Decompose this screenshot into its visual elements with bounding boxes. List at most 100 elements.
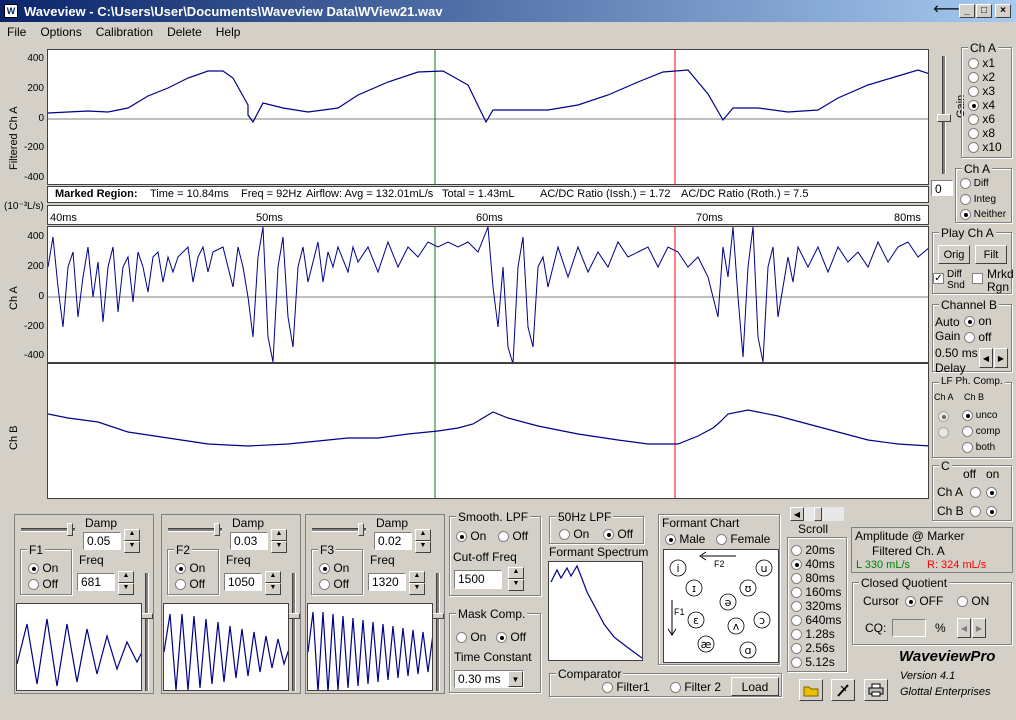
cutoff-down-arrow[interactable]: ▼: [508, 579, 524, 591]
formant-male-radio[interactable]: Male: [665, 532, 705, 546]
menu-file[interactable]: File: [0, 25, 33, 39]
cq-cursor-off-radio[interactable]: OFF: [905, 594, 943, 608]
freq-down-arrow[interactable]: ▼: [409, 583, 425, 595]
filter-off-radio[interactable]: Off: [28, 577, 58, 591]
scroll-80ms-radio[interactable]: 80ms: [791, 571, 835, 585]
cq-cursor-on-radio[interactable]: ON: [957, 594, 989, 608]
menu-calibration[interactable]: Calibration: [89, 25, 160, 39]
open-folder-icon[interactable]: [799, 679, 823, 701]
delay-right-arrow-icon[interactable]: ▶: [994, 348, 1008, 368]
gain-x6-radio[interactable]: x6: [968, 112, 995, 126]
gain-x1-radio[interactable]: x1: [968, 56, 995, 70]
lf-chb-unco-radio[interactable]: unco: [962, 410, 997, 421]
filter-on-radio[interactable]: On: [319, 561, 349, 575]
filter-on-radio[interactable]: On: [175, 561, 205, 575]
damp-up-arrow[interactable]: ▲: [415, 529, 431, 541]
scroll-320ms-radio[interactable]: 320ms: [791, 599, 841, 613]
smooth-on-radio[interactable]: On: [456, 529, 486, 543]
damp-slider-thumb[interactable]: [214, 523, 220, 536]
c-chb-off-radio[interactable]: [970, 506, 981, 517]
lf-chb-both-radio[interactable]: both: [962, 442, 995, 453]
mode-neither-radio[interactable]: Neither: [960, 209, 1006, 220]
damp-up-arrow[interactable]: ▲: [124, 529, 140, 541]
scroll-1.28s-radio[interactable]: 1.28s: [791, 627, 835, 641]
freq-field[interactable]: 681: [77, 573, 115, 591]
scroll-20ms-radio[interactable]: 20ms: [791, 543, 835, 557]
freq-up-arrow[interactable]: ▲: [118, 571, 134, 583]
lpf50-on-radio[interactable]: On: [559, 527, 589, 541]
menu-options[interactable]: Options: [33, 25, 88, 39]
damp-field[interactable]: 0.05: [83, 532, 121, 550]
mode-integ-radio[interactable]: Integ: [960, 194, 996, 205]
scroll-5.12s-radio[interactable]: 5.12s: [791, 655, 835, 669]
load-button[interactable]: Load: [731, 677, 779, 696]
chb-plot[interactable]: [47, 363, 929, 499]
gain-x10-radio[interactable]: x10: [968, 140, 1002, 154]
damp-down-arrow[interactable]: ▼: [271, 541, 287, 553]
filter-off-radio[interactable]: Off: [175, 577, 205, 591]
gain-value-field[interactable]: 0: [931, 180, 953, 196]
freq-up-arrow[interactable]: ▲: [265, 571, 281, 583]
scroll-640ms-radio[interactable]: 640ms: [791, 613, 841, 627]
play-filt-button[interactable]: Filt: [975, 245, 1007, 264]
damp-down-arrow[interactable]: ▼: [124, 541, 140, 553]
maximize-button[interactable]: □: [976, 4, 992, 18]
damp-up-arrow[interactable]: ▲: [271, 529, 287, 541]
close-button[interactable]: ×: [995, 4, 1011, 18]
mask-on-radio[interactable]: On: [456, 630, 486, 644]
filter-off-radio[interactable]: Off: [319, 577, 349, 591]
freq-up-arrow[interactable]: ▲: [409, 571, 425, 583]
scroll-thumb[interactable]: [814, 507, 822, 521]
filtered-cha-plot[interactable]: [47, 49, 929, 185]
gain-x4-radio[interactable]: x4: [968, 98, 995, 112]
chevron-down-icon[interactable]: ▼: [508, 671, 523, 687]
filter-vslider-thumb[interactable]: [141, 613, 153, 619]
scroll-160ms-radio[interactable]: 160ms: [791, 585, 841, 599]
scroll-2.56s-radio[interactable]: 2.56s: [791, 641, 835, 655]
lf-cha-unco-radio[interactable]: [938, 411, 949, 422]
comparator-filter2-radio[interactable]: Filter 2: [670, 680, 721, 694]
freq-down-arrow[interactable]: ▼: [118, 583, 134, 595]
mode-diff-radio[interactable]: Diff: [960, 178, 989, 189]
freq-field[interactable]: 1050: [224, 573, 262, 591]
scroll-40ms-radio[interactable]: 40ms: [791, 557, 835, 571]
auto-gain-on-radio[interactable]: on: [964, 314, 992, 328]
cha-plot[interactable]: [47, 226, 929, 363]
gain-slider-thumb[interactable]: [937, 114, 951, 122]
damp-field[interactable]: 0.03: [230, 532, 268, 550]
scroll-left-arrow-icon[interactable]: ◀: [790, 507, 804, 521]
freq-down-arrow[interactable]: ▼: [265, 583, 281, 595]
gain-x3-radio[interactable]: x3: [968, 84, 995, 98]
mrkd-rgn-checkbox[interactable]: [972, 273, 983, 284]
cq-right-arrow-icon[interactable]: ▶: [972, 618, 986, 638]
smooth-off-radio[interactable]: Off: [498, 529, 528, 543]
play-orig-button[interactable]: Orig: [938, 245, 970, 264]
vowel-chart[interactable]: F2 F1 i u ɪ ʊ ə ɛ ɔ ʌ æ ɑ: [663, 549, 779, 663]
damp-down-arrow[interactable]: ▼: [415, 541, 431, 553]
auto-gain-off-radio[interactable]: off: [964, 330, 991, 344]
damp-field[interactable]: 0.02: [374, 532, 412, 550]
menu-delete[interactable]: Delete: [160, 25, 209, 39]
lf-cha-comp-radio[interactable]: [938, 427, 949, 438]
diff-snd-checkbox[interactable]: ✓: [933, 273, 944, 284]
delay-left-arrow-icon[interactable]: ◀: [979, 348, 993, 368]
gain-x8-radio[interactable]: x8: [968, 126, 995, 140]
time-constant-select[interactable]: 0.30 ms ▼: [454, 670, 524, 688]
cutoff-up-arrow[interactable]: ▲: [508, 567, 524, 579]
filter-on-radio[interactable]: On: [28, 561, 58, 575]
printer-icon[interactable]: [864, 679, 888, 701]
c-chb-on-radio[interactable]: [986, 506, 997, 517]
marker-tool-icon[interactable]: [831, 679, 855, 701]
lpf50-off-radio[interactable]: Off: [603, 527, 633, 541]
formant-female-radio[interactable]: Female: [716, 532, 770, 546]
freq-field[interactable]: 1320: [368, 573, 406, 591]
cq-left-arrow-icon[interactable]: ◀: [957, 618, 971, 638]
lf-chb-comp-radio[interactable]: comp: [962, 426, 1000, 437]
damp-slider-thumb[interactable]: [358, 523, 364, 536]
comparator-filter1-radio[interactable]: Filter1: [602, 680, 650, 694]
gain-slider[interactable]: [934, 52, 954, 178]
back-arrow-icon[interactable]: 🡐: [933, 4, 960, 18]
minimize-button[interactable]: _: [959, 4, 975, 18]
c-cha-off-radio[interactable]: [970, 487, 981, 498]
c-cha-on-radio[interactable]: [986, 487, 997, 498]
